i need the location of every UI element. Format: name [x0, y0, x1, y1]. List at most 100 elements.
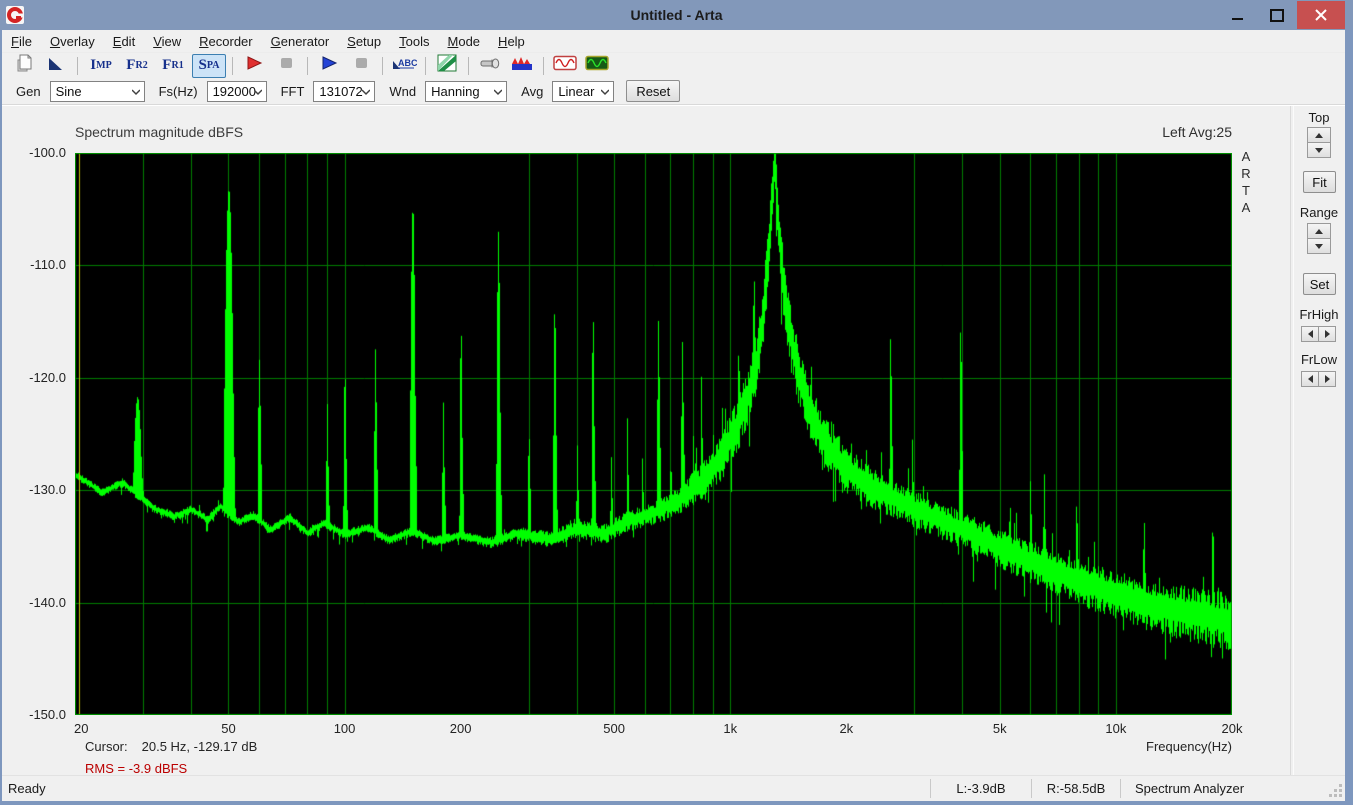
menu-item-generator[interactable]: Generator: [262, 32, 339, 51]
side-panel: Top Fit Range Set FrHigh FrLow: [1293, 106, 1345, 776]
menu-item-file[interactable]: File: [2, 32, 41, 51]
resize-grip-icon[interactable]: [1325, 780, 1343, 798]
menu-item-tools[interactable]: Tools: [390, 32, 438, 51]
x-tick-label: 1k: [705, 721, 755, 736]
stop-button[interactable]: [346, 54, 376, 78]
minimize-button[interactable]: [1217, 1, 1257, 29]
cursor-readout: Cursor:20.5 Hz, -129.17 dB: [85, 739, 257, 754]
microphone-icon: [479, 54, 501, 77]
chevron-down-icon: [601, 88, 609, 96]
spa-mode-button[interactable]: SPA: [192, 54, 226, 78]
top-down-button[interactable]: [1307, 142, 1331, 158]
app-icon: [6, 6, 24, 24]
new-file-icon: [14, 53, 34, 78]
fft-select[interactable]: 131072: [313, 81, 375, 102]
controls-row: Gen Sine Fs(Hz) 192000 FFT 131072 Wnd Ha…: [2, 78, 1345, 105]
toolbar-separator: [77, 57, 78, 75]
close-button[interactable]: [1297, 1, 1345, 29]
arrow-left-icon: [1308, 330, 1313, 338]
wnd-select[interactable]: Hanning: [425, 81, 507, 102]
menu-item-view[interactable]: View: [144, 32, 190, 51]
frlow-right-button[interactable]: [1318, 371, 1336, 387]
spectrum-plot[interactable]: [75, 153, 1232, 715]
top-up-button[interactable]: [1307, 127, 1331, 143]
fr1-mode-button[interactable]: FR1: [156, 54, 190, 78]
scope-view-button[interactable]: [582, 54, 612, 78]
stop-icon: [352, 54, 370, 77]
fs-value: 192000: [213, 84, 256, 99]
range-down-button[interactable]: [1307, 238, 1331, 254]
fs-select[interactable]: 192000: [207, 81, 267, 102]
x-tick-label: 20: [74, 721, 88, 736]
svg-text:ABC: ABC: [398, 58, 417, 68]
record-start-icon: [245, 54, 263, 77]
waveform-button[interactable]: [507, 54, 537, 78]
record-stop-icon: [277, 54, 295, 77]
fs-label: Fs(Hz): [159, 84, 198, 99]
window-title: Untitled - Arta: [0, 7, 1353, 23]
calibrate-abc-button[interactable]: ABC: [389, 54, 419, 78]
wnd-label: Wnd: [389, 84, 416, 99]
range-spinner: [1307, 223, 1331, 254]
status-bar: Ready L:-3.9dB R:-58.5dB Spectrum Analyz…: [2, 775, 1345, 801]
arrow-down-icon: [1315, 148, 1323, 153]
menu-item-mode[interactable]: Mode: [439, 32, 490, 51]
y-tick-label: -110.0: [2, 257, 66, 272]
arrow-down-icon: [1315, 244, 1323, 249]
calibrate-abc-icon: ABC: [391, 54, 417, 77]
toolbar-separator: [425, 57, 426, 75]
waveform-icon: [511, 54, 533, 77]
y-tick-label: -100.0: [2, 145, 66, 160]
menu-item-help[interactable]: Help: [489, 32, 534, 51]
range-label: Range: [1293, 205, 1345, 220]
x-tick-label: 200: [436, 721, 486, 736]
frhigh-right-button[interactable]: [1318, 326, 1336, 342]
frlow-left-button[interactable]: [1301, 371, 1319, 387]
range-up-button[interactable]: [1307, 223, 1331, 239]
chevron-down-icon: [132, 88, 140, 96]
gen-label: Gen: [16, 84, 41, 99]
toolbar-separator: [232, 57, 233, 75]
toolbar-separator: [543, 57, 544, 75]
sine-signal-button[interactable]: [550, 54, 580, 78]
menu-item-overlay[interactable]: Overlay: [41, 32, 104, 51]
chevron-down-icon: [494, 88, 502, 96]
avg-label: Avg: [521, 84, 543, 99]
cursor-label: Cursor:: [85, 739, 128, 754]
overlay-marker-button[interactable]: [41, 54, 71, 78]
frhigh-spinner: [1301, 326, 1336, 342]
menu-item-setup[interactable]: Setup: [338, 32, 390, 51]
record-stop-button[interactable]: [271, 54, 301, 78]
gen-select[interactable]: Sine: [50, 81, 145, 102]
top-label: Top: [1293, 110, 1345, 125]
avg-select[interactable]: Linear: [552, 81, 614, 102]
set-button[interactable]: Set: [1303, 273, 1336, 295]
menu-item-recorder[interactable]: Recorder: [190, 32, 261, 51]
arrow-right-icon: [1325, 375, 1330, 383]
toolbar-separator: [468, 57, 469, 75]
diagonal-chart-button[interactable]: [432, 54, 462, 78]
fr2-mode-button[interactable]: FR2: [120, 54, 154, 78]
reset-button[interactable]: Reset: [626, 80, 680, 102]
imp-mode-button[interactable]: IMP: [84, 54, 118, 78]
maximize-button[interactable]: [1257, 1, 1297, 29]
y-tick-label: -150.0: [2, 707, 66, 722]
main-area: Spectrum magnitude dBFS Left Avg:25 A R …: [2, 105, 1345, 776]
chevron-down-icon: [254, 88, 262, 96]
new-file-button[interactable]: [9, 54, 39, 78]
x-axis-title: Frequency(Hz): [1002, 739, 1232, 754]
menu-item-edit[interactable]: Edit: [104, 32, 144, 51]
x-tick-label: 500: [589, 721, 639, 736]
title-bar[interactable]: Untitled - Arta: [0, 0, 1353, 30]
play-button[interactable]: [314, 54, 344, 78]
sine-signal-icon: [553, 54, 577, 77]
y-tick-label: -130.0: [2, 482, 66, 497]
microphone-button[interactable]: [475, 54, 505, 78]
record-start-button[interactable]: [239, 54, 269, 78]
x-tick-label: 5k: [975, 721, 1025, 736]
frlow-label: FrLow: [1293, 352, 1345, 367]
avg-value: Linear: [558, 84, 594, 99]
x-tick-label: 100: [320, 721, 370, 736]
fit-button[interactable]: Fit: [1303, 171, 1336, 193]
frhigh-left-button[interactable]: [1301, 326, 1319, 342]
